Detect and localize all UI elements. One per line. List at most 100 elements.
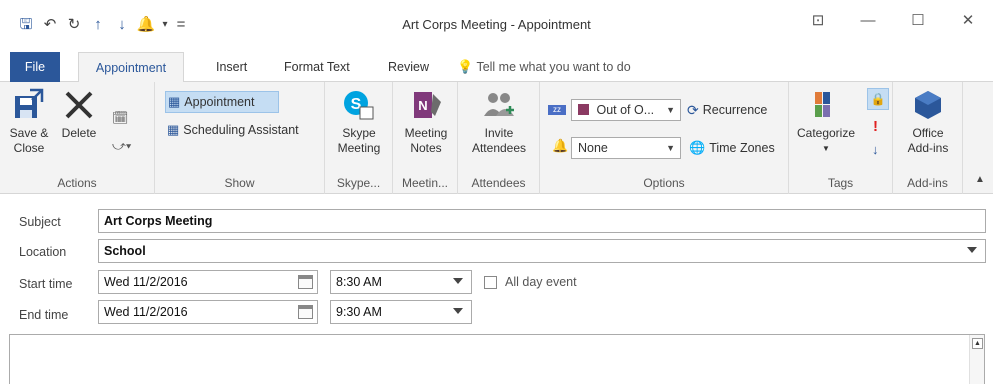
- recurrence-button[interactable]: ⟳ Recurrence: [687, 99, 767, 121]
- notes-body-editor[interactable]: ▲: [9, 334, 985, 384]
- scheduling-icon: ▦: [167, 122, 180, 137]
- collapse-ribbon-icon[interactable]: ▲: [975, 174, 985, 185]
- show-as-dropdown[interactable]: Out of O... ▼: [571, 99, 681, 121]
- reminder-dropdown[interactable]: None ▼: [571, 137, 681, 159]
- chevron-down-icon[interactable]: [967, 247, 977, 253]
- group-tags: Categorize ▼ 🔒 ! ↓ Tags: [789, 82, 893, 194]
- tell-me-label: Tell me what you want to do: [476, 60, 631, 74]
- meeting-notes-label: Meeting Notes: [404, 126, 448, 155]
- tab-format-text[interactable]: Format Text: [282, 52, 352, 82]
- delete-x-icon: [65, 91, 93, 119]
- end-date-input[interactable]: Wed 11/2/2016: [98, 300, 318, 324]
- show-as-value: Out of O...: [596, 103, 655, 117]
- time-zones-button[interactable]: 🌐 Time Zones: [689, 137, 775, 159]
- forward-icon[interactable]: ⤻▾: [112, 138, 131, 154]
- end-time-label: End time: [19, 308, 69, 322]
- globe-icon: 🌐: [689, 140, 706, 155]
- save-close-button[interactable]: Save & Close: [6, 88, 52, 156]
- appointment-view-label: Appointment: [184, 95, 255, 109]
- start-time-label: Start time: [19, 277, 73, 291]
- high-importance-icon[interactable]: !: [873, 118, 878, 135]
- group-label-actions: Actions: [57, 176, 97, 190]
- group-label-attendees: Attendees: [471, 176, 526, 190]
- private-lock-icon[interactable]: 🔒: [867, 88, 889, 110]
- chevron-down-icon: ▼: [666, 105, 675, 115]
- skype-meeting-label: Skype Meeting: [337, 126, 381, 155]
- tab-review[interactable]: Review: [386, 52, 431, 82]
- location-input[interactable]: School: [98, 239, 986, 263]
- save-close-icon: [15, 88, 44, 118]
- group-options: zz Out of O... ▼ ⟳ Recurrence 🔔 None ▼ 🌐…: [540, 82, 789, 194]
- delete-label: Delete: [61, 126, 97, 140]
- svg-text:N: N: [418, 98, 427, 113]
- ribbon-tabs: File Appointment Insert Format Text Revi…: [0, 52, 993, 83]
- time-zones-label: Time Zones: [709, 141, 775, 155]
- show-as-swatch: [578, 104, 589, 115]
- tab-file[interactable]: File: [10, 52, 60, 82]
- meeting-notes-button[interactable]: N Meeting Notes: [395, 88, 457, 156]
- start-time-dropdown[interactable]: 8:30 AM: [330, 270, 472, 294]
- subject-label: Subject: [19, 215, 61, 229]
- chevron-down-icon: [453, 308, 463, 314]
- calendar-icon[interactable]: [298, 305, 313, 319]
- lightbulb-icon: 💡: [457, 59, 474, 74]
- minimize-icon[interactable]: —: [843, 6, 893, 36]
- ribbon-display-options-icon[interactable]: ⊡: [793, 6, 843, 36]
- tell-me-search[interactable]: 💡 Tell me what you want to do: [455, 52, 633, 82]
- end-time-dropdown[interactable]: 9:30 AM: [330, 300, 472, 324]
- start-date-value: Wed 11/2/2016: [104, 275, 188, 289]
- tab-insert[interactable]: Insert: [214, 52, 249, 82]
- save-close-label: Save & Close: [9, 126, 49, 155]
- calendar-icon[interactable]: 🗓: [112, 110, 129, 126]
- scheduling-assistant-button[interactable]: ▦ Scheduling Assistant: [167, 119, 299, 141]
- appointment-form: Subject Art Corps Meeting Location Schoo…: [0, 195, 993, 384]
- start-date-input[interactable]: Wed 11/2/2016: [98, 270, 318, 294]
- vertical-scrollbar[interactable]: ▲: [969, 335, 984, 384]
- group-label-options: Options: [643, 176, 685, 190]
- group-label-addins: Add-ins: [907, 176, 948, 190]
- maximize-icon[interactable]: ☐: [893, 6, 943, 36]
- low-importance-icon[interactable]: ↓: [872, 142, 879, 157]
- onenote-icon: N: [414, 92, 441, 118]
- chevron-down-icon: ▼: [666, 143, 675, 153]
- skype-icon: S: [344, 91, 374, 120]
- group-label-skype: Skype...: [336, 176, 381, 190]
- tab-appointment[interactable]: Appointment: [78, 52, 184, 83]
- all-day-label: All day event: [505, 275, 577, 289]
- categorize-label: Categorize: [796, 126, 856, 140]
- reminder-bell-icon: 🔔: [552, 138, 569, 153]
- all-day-checkbox[interactable]: [484, 276, 497, 289]
- end-date-value: Wed 11/2/2016: [104, 305, 188, 319]
- group-meeting-notes: N Meeting Notes Meetin...: [393, 82, 458, 194]
- show-as-icon: zz: [548, 105, 566, 115]
- people-icon: [484, 93, 514, 116]
- invite-attendees-label: Invite Attendees: [471, 126, 527, 155]
- group-label-tags: Tags: [827, 176, 854, 190]
- start-time-value: 8:30 AM: [336, 275, 382, 289]
- group-show: ▦ Appointment ▦ Scheduling Assistant Sho…: [155, 82, 325, 194]
- scroll-up-icon[interactable]: ▲: [972, 338, 983, 349]
- skype-meeting-button[interactable]: S Skype Meeting: [327, 88, 391, 156]
- close-icon[interactable]: ✕: [943, 6, 993, 36]
- subject-input[interactable]: Art Corps Meeting: [98, 209, 986, 233]
- title-bar: 🖫 ↶ ↻ ↑ ↓ 🔔 ▾ = Art Corps Meeting - Appo…: [0, 0, 993, 50]
- scheduling-label: Scheduling Assistant: [183, 123, 299, 137]
- chevron-down-icon: [453, 278, 463, 284]
- office-addins-button[interactable]: Office Add-ins: [895, 88, 961, 156]
- calendar-icon[interactable]: [298, 275, 313, 289]
- location-label: Location: [19, 245, 67, 259]
- group-actions: Save & Close Delete 🗓 ⤻▾ Actions: [0, 82, 155, 194]
- appointment-view-button[interactable]: ▦ Appointment: [165, 91, 279, 113]
- location-value: School: [104, 244, 146, 258]
- recurrence-icon: ⟳: [687, 101, 699, 118]
- end-time-value: 9:30 AM: [336, 305, 382, 319]
- invite-attendees-button[interactable]: Invite Attendees: [463, 88, 535, 156]
- delete-button[interactable]: Delete: [56, 88, 102, 141]
- appointment-icon: ▦: [168, 94, 181, 109]
- group-attendees: Invite Attendees Attendees: [458, 82, 540, 194]
- chevron-down-icon: ▼: [822, 144, 830, 153]
- office-addins-label: Office Add-ins: [907, 126, 949, 155]
- ribbon: Save & Close Delete 🗓 ⤻▾ Actions ▦ Appoi…: [0, 82, 993, 194]
- recurrence-label: Recurrence: [702, 103, 768, 117]
- categorize-button[interactable]: Categorize ▼: [793, 88, 859, 156]
